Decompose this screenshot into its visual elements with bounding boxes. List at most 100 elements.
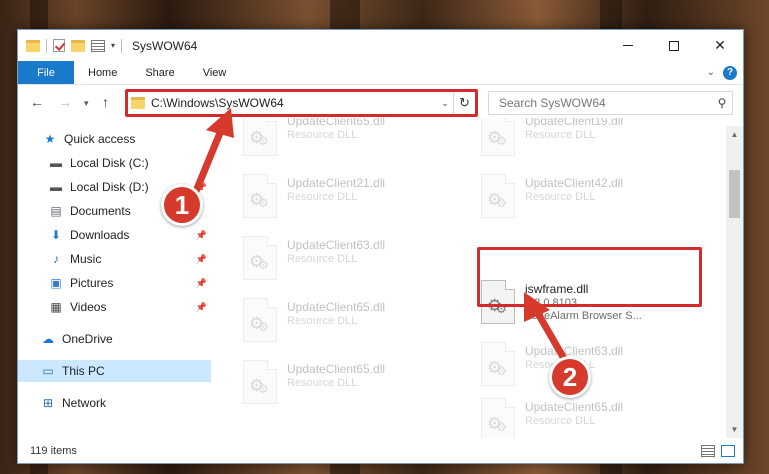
iswframe-dll-item[interactable]: ⚙ ⚙ iswframe.dll 1.2.0.8103 ZoneAlarm Brows… xyxy=(479,276,709,338)
dll-file-icon: ⚙ ⚙ xyxy=(241,236,279,284)
sidebar-item-network[interactable]: ⊞ Network xyxy=(18,392,211,414)
sidebar-item-pictures[interactable]: ▣ Pictures 📌 xyxy=(18,272,211,294)
file-type: Resource DLL xyxy=(525,191,596,203)
file-item[interactable]: ⚙ ⚙ UpdateClient42.dll Resource DLL xyxy=(479,170,709,226)
tab-file[interactable]: File xyxy=(18,61,74,84)
drive-icon: ▬ xyxy=(50,156,62,170)
dll-file-icon: ⚙ ⚙ xyxy=(479,398,517,438)
file-list: ⚙ ⚙ UpdateClient65.dll Resource DLL ⚙ ⚙ Upd… xyxy=(213,118,723,438)
computer-icon: ▭ xyxy=(42,364,54,378)
file-name: UpdateClient19.dll xyxy=(525,118,624,128)
step-1-badge: 1 xyxy=(161,184,203,226)
ribbon-tabs: File Home Share View ⌄ ? xyxy=(18,61,743,85)
drive-icon: ▬ xyxy=(50,180,62,194)
dll-file-icon: ⚙ ⚙ xyxy=(241,298,279,346)
vertical-scrollbar[interactable]: ▲ ▼ xyxy=(726,126,743,438)
recent-locations-icon[interactable]: ▾ xyxy=(84,98,89,109)
pictures-icon: ▣ xyxy=(50,276,62,290)
quick-access-toolbar: ▾ xyxy=(18,38,123,53)
pin-icon[interactable]: 📌 xyxy=(196,230,207,241)
address-bar[interactable]: C:\Windows\SysWOW64 ⌄ ↻ xyxy=(125,91,476,115)
tab-view[interactable]: View xyxy=(189,61,241,84)
file-item[interactable]: ⚙ ⚙ UpdateClient65.dll Resource DLL xyxy=(241,294,471,350)
file-type: Resource DLL xyxy=(287,253,358,265)
scroll-down-icon[interactable]: ▼ xyxy=(726,421,743,438)
explorer-window: ▾ SysWOW64 ✕ File Home Share View ⌄ ? ← … xyxy=(17,29,744,464)
sidebar-item-label: Local Disk (D:) xyxy=(70,180,149,194)
dll-file-icon: ⚙ ⚙ xyxy=(479,342,517,390)
minimize-icon xyxy=(623,45,633,46)
maximize-icon xyxy=(669,40,679,51)
file-name: UpdateClient65.dll xyxy=(525,400,624,414)
sidebar-item-label: Music xyxy=(70,252,102,266)
refresh-button[interactable]: ↻ xyxy=(453,92,475,114)
scroll-thumb[interactable] xyxy=(729,170,740,218)
pin-icon[interactable]: 📌 xyxy=(196,254,207,265)
sidebar-item-downloads[interactable]: ⬇ Downloads 📌 xyxy=(18,224,211,246)
address-dropdown-icon[interactable]: ⌄ xyxy=(437,98,453,109)
search-box[interactable]: ⚲ xyxy=(488,91,733,115)
dll-file-icon: ⚙ ⚙ xyxy=(479,118,517,160)
sidebar-item-label: Downloads xyxy=(70,228,130,242)
folder-icon xyxy=(131,97,145,109)
file-name: UpdateClient42.dll xyxy=(525,176,624,190)
file-item[interactable]: ⚙ ⚙ UpdateClient65.dll Resource DLL xyxy=(241,118,471,164)
scroll-up-icon[interactable]: ▲ xyxy=(726,126,743,143)
file-item[interactable]: ⚙ ⚙ UpdateClient65.dll Resource DLL xyxy=(241,356,471,412)
search-input[interactable] xyxy=(499,96,712,110)
properties-icon[interactable] xyxy=(91,39,105,52)
file-name: UpdateClient21.dll xyxy=(287,176,386,190)
file-item[interactable]: ⚙ ⚙ UpdateClient65.dll Resource DLL xyxy=(479,394,709,438)
file-item[interactable]: ⚙ ⚙ UpdateClient19.dll Resource DLL xyxy=(479,118,709,164)
sidebar-item-label: Quick access xyxy=(64,132,136,146)
status-bar: 119 items xyxy=(18,439,743,463)
network-icon: ⊞ xyxy=(42,396,54,410)
pin-icon[interactable]: 📌 xyxy=(196,278,207,289)
customize-toolbar-icon[interactable]: ▾ xyxy=(111,41,115,50)
back-arrow-icon[interactable]: ← xyxy=(30,94,44,110)
tab-share[interactable]: Share xyxy=(131,61,188,84)
toolbar-divider xyxy=(46,38,47,53)
cloud-icon: ☁ xyxy=(42,332,54,346)
close-button[interactable]: ✕ xyxy=(697,30,743,61)
download-icon: ⬇ xyxy=(50,228,62,242)
sidebar-item-label: Documents xyxy=(70,204,131,218)
file-name: UpdateClient65.dll xyxy=(287,118,386,128)
pin-icon[interactable]: 📌 xyxy=(196,302,207,313)
maximize-button[interactable] xyxy=(651,30,697,61)
details-view-icon[interactable] xyxy=(701,445,715,457)
sidebar-item-quick-access[interactable]: ★ Quick access xyxy=(18,128,211,150)
tiles-view-icon[interactable] xyxy=(721,445,735,457)
tab-home[interactable]: Home xyxy=(74,61,131,84)
properties-check-icon[interactable] xyxy=(53,39,65,52)
title-bar: ▾ SysWOW64 ✕ xyxy=(18,30,743,61)
step-2-badge: 2 xyxy=(549,356,591,398)
sidebar-item-music[interactable]: ♪ Music 📌 xyxy=(18,248,211,270)
address-path[interactable]: C:\Windows\SysWOW64 xyxy=(151,96,437,110)
file-type: Resource DLL xyxy=(287,191,358,203)
file-name: UpdateClient63.dll xyxy=(287,238,386,252)
help-icon[interactable]: ? xyxy=(723,65,737,80)
file-item[interactable]: ⚙⚙ UpdateClient63.dllResource DLL xyxy=(241,232,471,288)
expand-ribbon-icon[interactable]: ⌄ xyxy=(707,67,715,78)
up-arrow-icon[interactable]: ↑ xyxy=(102,94,109,110)
window-title: SysWOW64 xyxy=(132,38,198,53)
sidebar-item-onedrive[interactable]: ☁ OneDrive xyxy=(18,328,211,350)
file-version: 1.2.0.8103 xyxy=(525,297,577,309)
folder-icon xyxy=(26,39,40,52)
file-item[interactable]: ⚙⚙ UpdateClient63.dllResource DLL xyxy=(479,338,709,394)
sidebar-item-label: Videos xyxy=(70,300,107,314)
file-type: Resource DLL xyxy=(287,129,358,141)
dll-file-icon: ⚙ ⚙ xyxy=(479,174,517,222)
file-name: UpdateClient65.dll xyxy=(287,362,386,376)
minimize-button[interactable] xyxy=(605,30,651,61)
sidebar-item-local-disk-c[interactable]: ▬ Local Disk (C:) xyxy=(18,152,211,174)
forward-arrow-icon[interactable]: → xyxy=(58,94,72,110)
documents-icon: ▤ xyxy=(50,204,62,218)
new-folder-icon[interactable] xyxy=(71,39,85,52)
file-item[interactable]: ⚙ ⚙ UpdateClient21.dll Resource DLL xyxy=(241,170,471,226)
star-icon: ★ xyxy=(44,132,56,146)
sidebar-item-this-pc[interactable]: ▭ This PC xyxy=(18,360,211,382)
item-count: 119 items xyxy=(30,445,77,457)
sidebar-item-videos[interactable]: ▦ Videos 📌 xyxy=(18,296,211,318)
